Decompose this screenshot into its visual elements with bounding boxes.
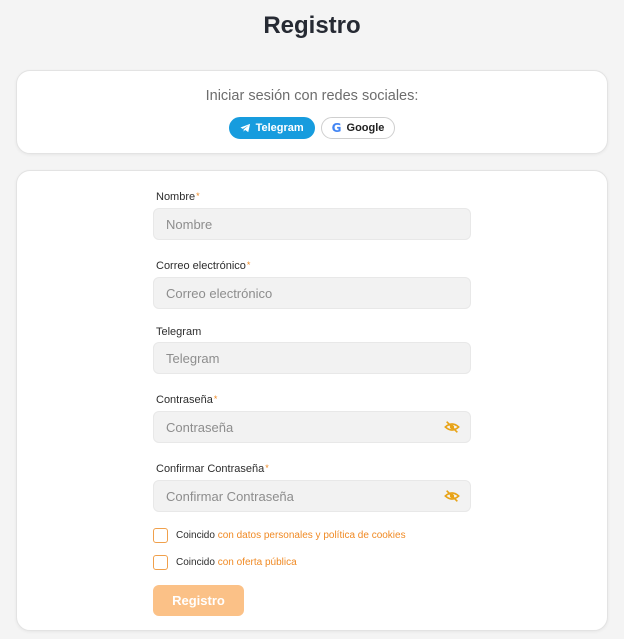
telegram-icon bbox=[240, 123, 250, 133]
required-mark: * bbox=[265, 463, 269, 473]
telegram-label: Telegram bbox=[156, 326, 201, 338]
social-buttons: Telegram G Google bbox=[17, 117, 607, 139]
password-label: Contraseña* bbox=[156, 394, 217, 406]
required-mark: * bbox=[246, 260, 251, 270]
google-login-button[interactable]: G Google bbox=[320, 117, 396, 139]
consent-personal-data-text: Coincido bbox=[176, 530, 215, 541]
telegram-label-text: Telegram bbox=[156, 326, 202, 338]
consent-personal-data-row: Coincido con datos personales y política… bbox=[153, 528, 406, 543]
confirm-password-label: Confirmar Contraseña* bbox=[156, 463, 269, 475]
email-field bbox=[153, 277, 471, 309]
social-login-title: Iniciar sesión con redes sociales: bbox=[205, 88, 419, 104]
eye-off-icon[interactable] bbox=[444, 489, 460, 503]
google-icon: G bbox=[331, 121, 342, 135]
name-label-text: Nombre bbox=[156, 191, 196, 203]
email-input[interactable] bbox=[154, 278, 470, 308]
registration-form-card: Nombre* Correo electrónico* Telegram Con… bbox=[16, 170, 608, 631]
name-label: Nombre* bbox=[156, 191, 200, 203]
confirm-password-label-text: Confirmar Contraseña bbox=[156, 463, 265, 475]
confirm-password-field bbox=[153, 480, 471, 512]
register-submit-button[interactable]: Registro bbox=[153, 585, 244, 616]
required-mark: * bbox=[213, 394, 218, 404]
password-label-text: Contraseña bbox=[156, 394, 213, 406]
email-label-text: Correo electrónico bbox=[156, 260, 246, 272]
telegram-input[interactable] bbox=[154, 343, 470, 373]
telegram-login-button[interactable]: Telegram bbox=[228, 117, 315, 139]
name-input[interactable] bbox=[154, 209, 470, 239]
name-field bbox=[153, 208, 471, 240]
public-offer-link[interactable]: con oferta pública bbox=[218, 557, 297, 568]
confirm-password-input[interactable] bbox=[154, 481, 470, 511]
telegram-button-label: Telegram bbox=[255, 122, 304, 134]
consent-personal-data-checkbox[interactable] bbox=[153, 528, 168, 543]
google-button-label: Google bbox=[346, 122, 385, 134]
privacy-policy-link[interactable]: con datos personales y política de cooki… bbox=[218, 530, 406, 541]
required-mark: * bbox=[196, 191, 200, 201]
page-title: Registro bbox=[263, 12, 361, 39]
social-login-card: Iniciar sesión con redes sociales: Teleg… bbox=[16, 70, 608, 154]
password-field bbox=[153, 411, 471, 443]
consent-public-offer-text: Coincido bbox=[176, 557, 215, 568]
eye-off-icon[interactable] bbox=[444, 420, 460, 434]
password-input[interactable] bbox=[154, 412, 470, 442]
consent-public-offer-row: Coincido con oferta pública bbox=[153, 555, 297, 570]
telegram-field bbox=[153, 342, 471, 374]
email-label: Correo electrónico* bbox=[156, 260, 250, 272]
consent-public-offer-checkbox[interactable] bbox=[153, 555, 168, 570]
